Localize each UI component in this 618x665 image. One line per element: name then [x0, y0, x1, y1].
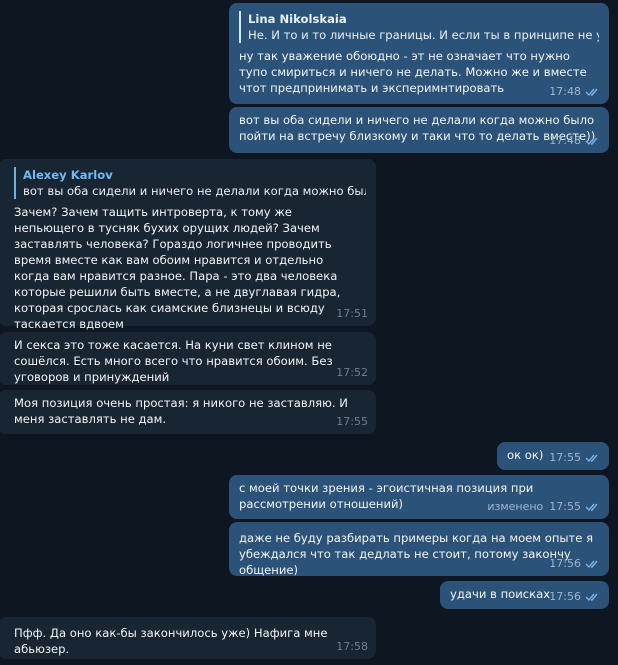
reply-snippet: вот вы оба сидели и ничего не делали ког… — [23, 184, 366, 198]
incoming-message[interactable]: Моя позиция очень простая: я никого не з… — [0, 390, 376, 434]
outgoing-message[interactable]: вот вы оба сидели и ничего не делали ког… — [229, 107, 609, 153]
message-text: даже не буду разбирать примеры когда на … — [239, 531, 594, 577]
outgoing-message[interactable]: удачи в поисках 17:56 — [440, 581, 609, 609]
message-meta: 17:58 — [336, 639, 368, 655]
message-time: 17:48 — [549, 85, 581, 98]
message-time: 17:55 — [549, 500, 581, 513]
message-meta: 17:51 — [336, 306, 368, 322]
message-time: 17:51 — [336, 307, 368, 320]
double-check-icon — [585, 88, 598, 97]
outgoing-message[interactable]: даже не буду разбирать примеры когда на … — [229, 522, 609, 577]
double-check-icon — [585, 560, 598, 569]
incoming-message[interactable]: Alexey Karlov вот вы оба сидели и ничего… — [0, 159, 376, 331]
incoming-message[interactable]: Пфф. Да оно как-бы закончилось уже) Нафи… — [0, 617, 376, 659]
message-time: 17:58 — [336, 640, 368, 653]
reply-quote[interactable]: Lina Nikolskaia Не. И то и то личные гра… — [239, 11, 599, 43]
reply-author: Lina Nikolskaia — [248, 12, 347, 26]
message-text: ну так уважение обоюдно - эт не означает… — [239, 49, 587, 95]
message-time: 17:56 — [549, 557, 581, 570]
double-check-icon — [585, 593, 598, 602]
message-meta: 17:56 — [549, 589, 601, 605]
message-meta: 17:55 — [336, 414, 368, 430]
outgoing-message[interactable]: Lina Nikolskaia Не. И то и то личные гра… — [229, 3, 609, 104]
message-meta: 17:48 — [549, 84, 601, 100]
message-time: 17:48 — [549, 134, 581, 147]
message-time: 17:52 — [336, 366, 368, 379]
message-time: 17:55 — [549, 451, 581, 464]
outgoing-message[interactable]: ок ок) 17:55 — [497, 442, 609, 470]
reply-author: Alexey Karlov — [23, 168, 113, 182]
edited-label: изменено — [487, 500, 544, 513]
message-text: Зачем? Зачем тащить интроверта, к тому ж… — [14, 205, 341, 331]
message-meta: изменено 17:55 — [487, 499, 601, 515]
reply-quote[interactable]: Alexey Karlov вот вы оба сидели и ничего… — [14, 167, 366, 199]
outgoing-message[interactable]: с моей точки зрения - эгоистичная позици… — [229, 475, 609, 519]
message-meta: 17:52 — [336, 365, 368, 381]
double-check-icon — [585, 137, 598, 146]
message-text: вот вы оба сидели и ничего не делали ког… — [239, 113, 596, 143]
message-meta: 17:48 — [549, 133, 601, 149]
message-text: Моя позиция очень простая: я никого не з… — [14, 396, 348, 426]
reply-snippet: Не. И то и то личные границы. И если ты … — [248, 28, 599, 42]
double-check-icon — [585, 454, 598, 463]
message-time: 17:55 — [336, 415, 368, 428]
message-text: Пфф. Да оно как-бы закончилось уже) Нафи… — [14, 626, 328, 656]
message-time: 17:56 — [549, 590, 581, 603]
incoming-message[interactable]: И секса это тоже касается. На куни свет … — [0, 332, 376, 385]
message-meta: 17:55 — [549, 450, 601, 466]
message-text: И секса это тоже касается. На куни свет … — [14, 338, 333, 384]
double-check-icon — [585, 503, 598, 512]
message-meta: 17:56 — [549, 556, 601, 572]
